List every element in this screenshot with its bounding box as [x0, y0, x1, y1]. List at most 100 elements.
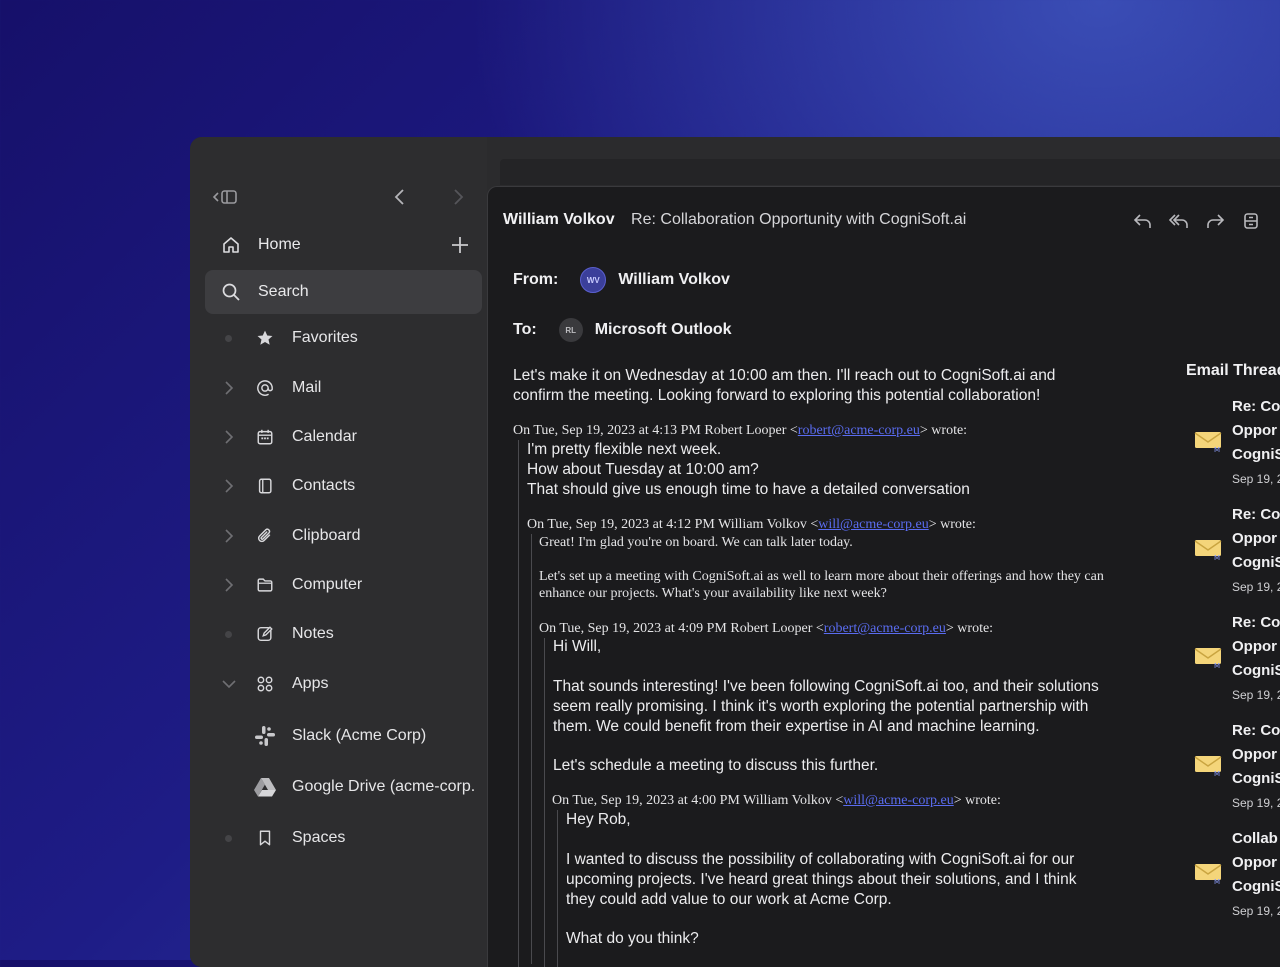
svg-text:M: M: [1214, 446, 1220, 454]
sidebar-item-apps[interactable]: Apps: [205, 662, 495, 706]
sidebar-item-notes[interactable]: Notes: [205, 612, 495, 656]
from-name[interactable]: William Volkov: [618, 271, 730, 289]
chevron-right-icon[interactable]: [222, 529, 236, 543]
favorites-label: Favorites: [292, 329, 358, 346]
thread-item-line: Oppor: [1232, 530, 1277, 547]
at-icon: [255, 378, 275, 398]
add-plus-icon[interactable]: [450, 235, 470, 255]
thread-item-line: CogniS: [1232, 770, 1280, 787]
quote-prefix: On Tue, Sep 19, 2023 at 4:00 PM William …: [552, 793, 844, 808]
envelope-icon: M: [1194, 750, 1222, 778]
thread-item[interactable]: M Collab Oppor CogniS Sep 19, 2: [1186, 830, 1280, 930]
home-label: Home: [258, 236, 301, 253]
google-drive-icon: [253, 775, 277, 799]
quote-body-line: How about Tuesday at 10:00 am?: [527, 461, 759, 478]
notes-label: Notes: [292, 625, 334, 642]
star-icon: [255, 328, 275, 348]
to-label: To:: [513, 321, 537, 338]
quote-suffix: > wrote:: [919, 423, 968, 438]
sidebar-item-favorites[interactable]: Favorites: [205, 316, 495, 360]
quote-bar: [518, 440, 519, 967]
reply-icon[interactable]: [1133, 211, 1153, 231]
thread-item[interactable]: M Re: Co Oppor CogniS Sep 19, 2: [1186, 506, 1280, 606]
thread-item-line: Re: Co: [1232, 506, 1280, 523]
back-arrow-icon[interactable]: [390, 185, 410, 214]
chevron-right-icon[interactable]: [222, 479, 236, 493]
search-label: Search: [258, 283, 309, 300]
thread-item-date: Sep 19, 2: [1232, 904, 1280, 918]
chevron-right-icon[interactable]: [222, 578, 236, 592]
apps-grid-icon: [255, 674, 275, 694]
home-icon: [221, 235, 241, 255]
archive-icon[interactable]: [1241, 211, 1261, 231]
contacts-book-icon: [255, 476, 275, 496]
quote-attribution: On Tue, Sep 19, 2023 at 4:12 PM William …: [527, 517, 976, 533]
from-row: From: WV William Volkov: [513, 267, 730, 293]
bullet-dot: [225, 630, 232, 638]
slack-label: Slack (Acme Corp): [292, 727, 427, 744]
spaces-label: Spaces: [292, 829, 346, 846]
sidebar-controls: [212, 187, 472, 209]
thread-item-line: Oppor: [1232, 638, 1277, 655]
envelope-icon: M: [1194, 858, 1222, 886]
edit-note-icon: [255, 624, 275, 644]
forward-icon[interactable]: [1205, 211, 1225, 231]
thread-item[interactable]: M Re: Co Oppor CogniS Sep 19, 2: [1186, 614, 1280, 714]
thread-item-date: Sep 19, 2: [1232, 472, 1280, 486]
forward-arrow-icon[interactable]: [448, 185, 468, 214]
thread-item-line: Collab: [1232, 830, 1278, 847]
sidebar-item-calendar[interactable]: Calendar: [205, 415, 495, 459]
svg-text:M: M: [1214, 878, 1220, 886]
chevron-right-icon[interactable]: [222, 381, 236, 395]
chevron-down-icon[interactable]: [222, 677, 236, 691]
email-link[interactable]: will@acme-corp.eu: [843, 793, 953, 808]
sidebar-item-contacts[interactable]: Contacts: [205, 464, 495, 508]
clipboard-label: Clipboard: [292, 527, 361, 544]
sidebar-app-slack[interactable]: Slack (Acme Corp): [205, 714, 495, 758]
svg-text:M: M: [1214, 770, 1220, 778]
quote-body-line: That sounds interesting! I've been follo…: [553, 678, 1099, 695]
chevron-right-icon[interactable]: [222, 430, 236, 444]
quote-body-line: Great! I'm glad you're on board. We can …: [539, 535, 853, 550]
quote-body-line: I'm pretty flexible next week.: [527, 441, 722, 458]
sidebar-item-spaces[interactable]: Spaces: [205, 816, 495, 860]
calendar-label: Calendar: [292, 428, 357, 445]
avatar: RL: [558, 318, 583, 342]
sidebar-app-google-drive[interactable]: Google Drive (acme-corp.: [205, 765, 495, 809]
quote-body-line: What do you think?: [566, 930, 699, 947]
to-row: To: RL Microsoft Outlook: [513, 318, 732, 342]
quote-suffix: > wrote:: [928, 517, 976, 532]
sidebar-item-computer[interactable]: Computer: [205, 563, 495, 607]
email-toolbar: [1133, 211, 1261, 231]
quote-attribution: On Tue, Sep 19, 2023 at 4:09 PM Robert L…: [539, 621, 993, 637]
email-link[interactable]: robert@acme-corp.eu: [824, 621, 946, 636]
slack-icon: [253, 724, 277, 748]
thread-item[interactable]: M Re: Co Oppor CogniS Sep 19, 2: [1186, 398, 1280, 498]
thread-item-date: Sep 19, 2: [1232, 580, 1280, 594]
thread-item-line: CogniS: [1232, 554, 1280, 571]
google-drive-label: Google Drive (acme-corp.: [292, 778, 476, 795]
envelope-icon: M: [1194, 534, 1222, 562]
thread-item-line: CogniS: [1232, 446, 1280, 463]
quote-attribution: On Tue, Sep 19, 2023 at 4:00 PM William …: [552, 793, 1001, 809]
thread-item-line: Oppor: [1232, 746, 1277, 763]
to-name[interactable]: Microsoft Outlook: [595, 321, 732, 339]
sidebar-search[interactable]: Search: [205, 270, 482, 314]
sidebar-item-clipboard[interactable]: Clipboard: [205, 514, 495, 558]
reply-all-icon[interactable]: [1169, 211, 1189, 231]
window-top-strip: [500, 159, 1280, 185]
sidebar-item-mail[interactable]: Mail: [205, 366, 495, 410]
email-link[interactable]: robert@acme-corp.eu: [798, 423, 920, 438]
quote-body-line: Let's schedule a meeting to discuss this…: [553, 757, 879, 774]
thread-item-line: Re: Co: [1232, 722, 1280, 739]
thread-item[interactable]: M Re: Co Oppor CogniS Sep 19, 2: [1186, 722, 1280, 822]
sidebar-toggle-icon[interactable]: [212, 187, 240, 212]
quote-body-line: them. We could benefit from their expert…: [553, 718, 1040, 735]
thread-item-date: Sep 19, 2: [1232, 796, 1280, 810]
thread-item-line: CogniS: [1232, 662, 1280, 679]
avatar: WV: [580, 267, 607, 293]
sidebar-home[interactable]: Home: [205, 223, 482, 267]
email-link[interactable]: will@acme-corp.eu: [818, 517, 928, 532]
folder-icon: [255, 575, 275, 595]
computer-label: Computer: [292, 576, 363, 593]
